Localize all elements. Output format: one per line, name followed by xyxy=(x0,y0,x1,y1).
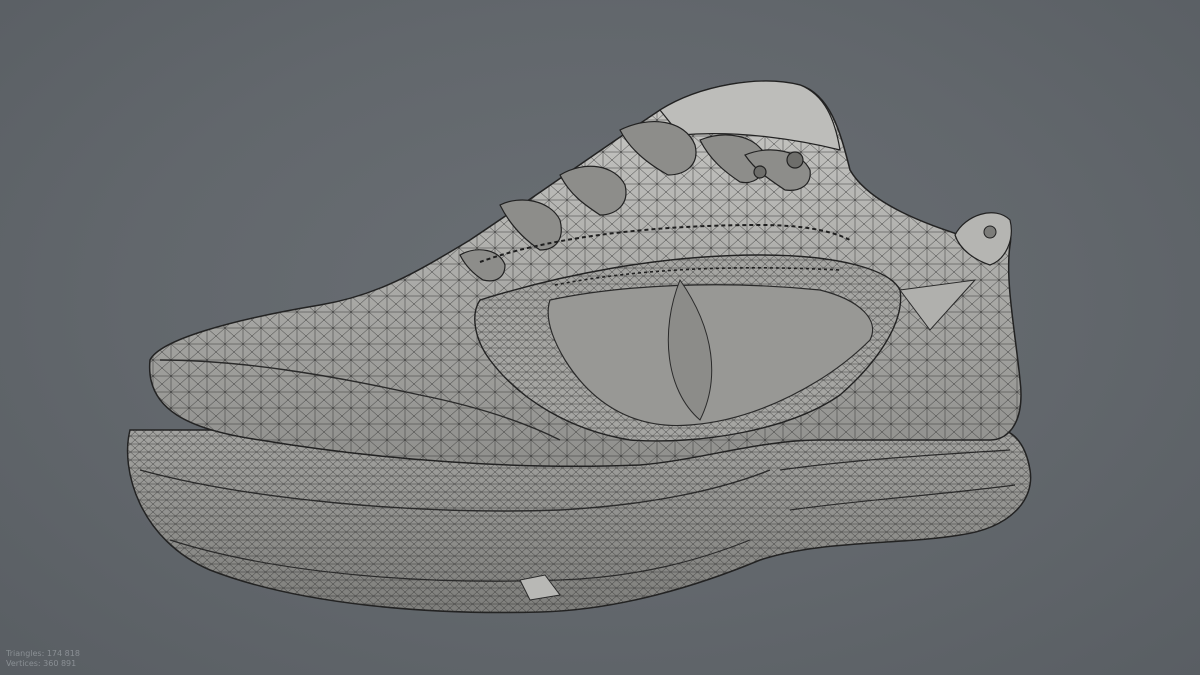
vertices-label: Vertices: xyxy=(6,659,41,668)
triangles-stat: Triangles: 174 818 xyxy=(6,649,80,659)
sneaker-upper xyxy=(148,80,1022,468)
mesh-stats-overlay: Triangles: 174 818 Vertices: 360 891 xyxy=(6,649,80,669)
triangles-value: 174 818 xyxy=(46,649,80,658)
sneaker-mesh-icon xyxy=(126,80,1032,614)
3d-viewport[interactable]: Triangles: 174 818 Vertices: 360 891 xyxy=(0,0,1200,675)
triangles-label: Triangles: xyxy=(6,649,45,658)
vertices-value: 360 891 xyxy=(43,659,77,668)
vertices-stat: Vertices: 360 891 xyxy=(6,659,80,669)
